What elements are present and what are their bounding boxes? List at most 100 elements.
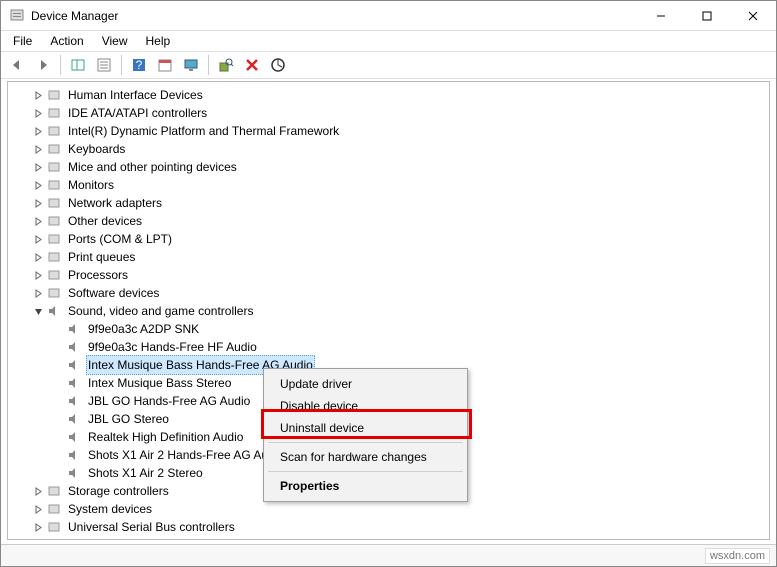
category-label: Processors xyxy=(66,266,130,284)
speaker-icon xyxy=(66,393,82,409)
device-label: Shots X1 Air 2 Hands-Free AG Audio xyxy=(86,446,286,464)
mouse-icon xyxy=(46,159,62,175)
category-node[interactable]: Processors xyxy=(8,266,769,284)
expand-arrow-icon[interactable] xyxy=(32,269,44,281)
device-node[interactable]: 9f9e0a3c A2DP SNK xyxy=(8,320,769,338)
help-icon[interactable]: ? xyxy=(127,53,151,77)
expand-arrow-icon[interactable] xyxy=(32,215,44,227)
expand-arrow-icon[interactable] xyxy=(32,89,44,101)
status-bar xyxy=(1,544,776,566)
category-node[interactable]: Other devices xyxy=(8,212,769,230)
expand-arrow-icon[interactable] xyxy=(32,197,44,209)
device-label: JBL GO Stereo xyxy=(86,410,171,428)
monitor-icon xyxy=(46,177,62,193)
chip-icon xyxy=(46,123,62,139)
category-label: Mice and other pointing devices xyxy=(66,158,239,176)
device-label: 9f9e0a3c A2DP SNK xyxy=(86,320,201,338)
menu-update-driver[interactable]: Update driver xyxy=(266,373,465,395)
other-icon xyxy=(46,213,62,229)
speaker-icon xyxy=(66,447,82,463)
category-label: IDE ATA/ATAPI controllers xyxy=(66,104,209,122)
expand-arrow-icon[interactable] xyxy=(32,233,44,245)
category-label: Storage controllers xyxy=(66,482,171,500)
menu-properties[interactable]: Properties xyxy=(266,475,465,497)
category-node[interactable]: Human Interface Devices xyxy=(8,86,769,104)
menu-help[interactable]: Help xyxy=(140,32,177,50)
category-node-sound[interactable]: Sound, video and game controllers xyxy=(8,302,769,320)
app-icon xyxy=(9,8,25,24)
disable-icon[interactable] xyxy=(266,53,290,77)
category-node[interactable]: System devices xyxy=(8,500,769,518)
menu-action[interactable]: Action xyxy=(44,32,89,50)
category-label: System devices xyxy=(66,500,154,518)
close-button[interactable] xyxy=(730,1,776,31)
svg-text:?: ? xyxy=(136,58,143,72)
hid-icon xyxy=(46,87,62,103)
category-node[interactable]: Monitors xyxy=(8,176,769,194)
port-icon xyxy=(46,231,62,247)
menu-bar: File Action View Help xyxy=(1,31,776,51)
network-icon xyxy=(46,195,62,211)
category-node[interactable]: Ports (COM & LPT) xyxy=(8,230,769,248)
menu-file[interactable]: File xyxy=(7,32,38,50)
menu-disable-device[interactable]: Disable device xyxy=(266,395,465,417)
category-label: Sound, video and game controllers xyxy=(66,302,255,320)
category-node[interactable]: Print queues xyxy=(8,248,769,266)
category-label: Software devices xyxy=(66,284,161,302)
category-label: Intel(R) Dynamic Platform and Thermal Fr… xyxy=(66,122,341,140)
back-button[interactable] xyxy=(5,53,29,77)
category-label: Keyboards xyxy=(66,140,127,158)
speaker-icon xyxy=(66,339,82,355)
expand-arrow-icon[interactable] xyxy=(32,143,44,155)
forward-button[interactable] xyxy=(31,53,55,77)
expand-arrow-icon[interactable] xyxy=(32,503,44,515)
device-label: 9f9e0a3c Hands-Free HF Audio xyxy=(86,338,259,356)
monitor-icon[interactable] xyxy=(179,53,203,77)
calendar-icon[interactable] xyxy=(153,53,177,77)
expand-arrow-icon[interactable] xyxy=(32,287,44,299)
keyboard-icon xyxy=(46,141,62,157)
minimize-button[interactable] xyxy=(638,1,684,31)
menu-uninstall-device[interactable]: Uninstall device xyxy=(266,417,465,439)
expand-arrow-icon[interactable] xyxy=(32,251,44,263)
sound-icon xyxy=(46,303,62,319)
usb-icon xyxy=(46,519,62,535)
category-node[interactable]: Network adapters xyxy=(8,194,769,212)
maximize-button[interactable] xyxy=(684,1,730,31)
device-node[interactable]: 9f9e0a3c Hands-Free HF Audio xyxy=(8,338,769,356)
show-hide-console-icon[interactable] xyxy=(66,53,90,77)
menu-separator xyxy=(268,442,463,443)
title-bar: Device Manager xyxy=(1,1,776,31)
speaker-icon xyxy=(66,375,82,391)
device-label: Realtek High Definition Audio xyxy=(86,428,245,446)
category-node[interactable]: Mice and other pointing devices xyxy=(8,158,769,176)
software-icon xyxy=(46,285,62,301)
scan-hardware-icon[interactable] xyxy=(214,53,238,77)
cpu-icon xyxy=(46,267,62,283)
category-node[interactable]: IDE ATA/ATAPI controllers xyxy=(8,104,769,122)
expand-arrow-icon[interactable] xyxy=(32,125,44,137)
expand-arrow-icon[interactable] xyxy=(32,485,44,497)
expand-arrow-icon[interactable] xyxy=(32,521,44,533)
category-label: Universal Serial Bus controllers xyxy=(66,518,237,536)
category-node[interactable]: Software devices xyxy=(8,284,769,302)
menu-scan-hardware[interactable]: Scan for hardware changes xyxy=(266,446,465,468)
speaker-icon xyxy=(66,357,82,373)
expand-arrow-icon[interactable] xyxy=(32,161,44,173)
speaker-icon xyxy=(66,411,82,427)
expand-arrow-icon[interactable] xyxy=(32,107,44,119)
category-node[interactable]: Keyboards xyxy=(8,140,769,158)
menu-separator xyxy=(268,471,463,472)
category-node[interactable]: Intel(R) Dynamic Platform and Thermal Fr… xyxy=(8,122,769,140)
expand-arrow-icon[interactable] xyxy=(32,179,44,191)
menu-view[interactable]: View xyxy=(96,32,134,50)
storage-icon xyxy=(46,483,62,499)
uninstall-icon[interactable] xyxy=(240,53,264,77)
printer-icon xyxy=(46,249,62,265)
properties-icon[interactable] xyxy=(92,53,116,77)
category-node[interactable]: Universal Serial Bus controllers xyxy=(8,518,769,536)
toolbar: ? xyxy=(1,51,776,79)
system-icon xyxy=(46,501,62,517)
collapse-arrow-icon[interactable] xyxy=(32,305,44,317)
context-menu: Update driver Disable device Uninstall d… xyxy=(263,368,468,502)
